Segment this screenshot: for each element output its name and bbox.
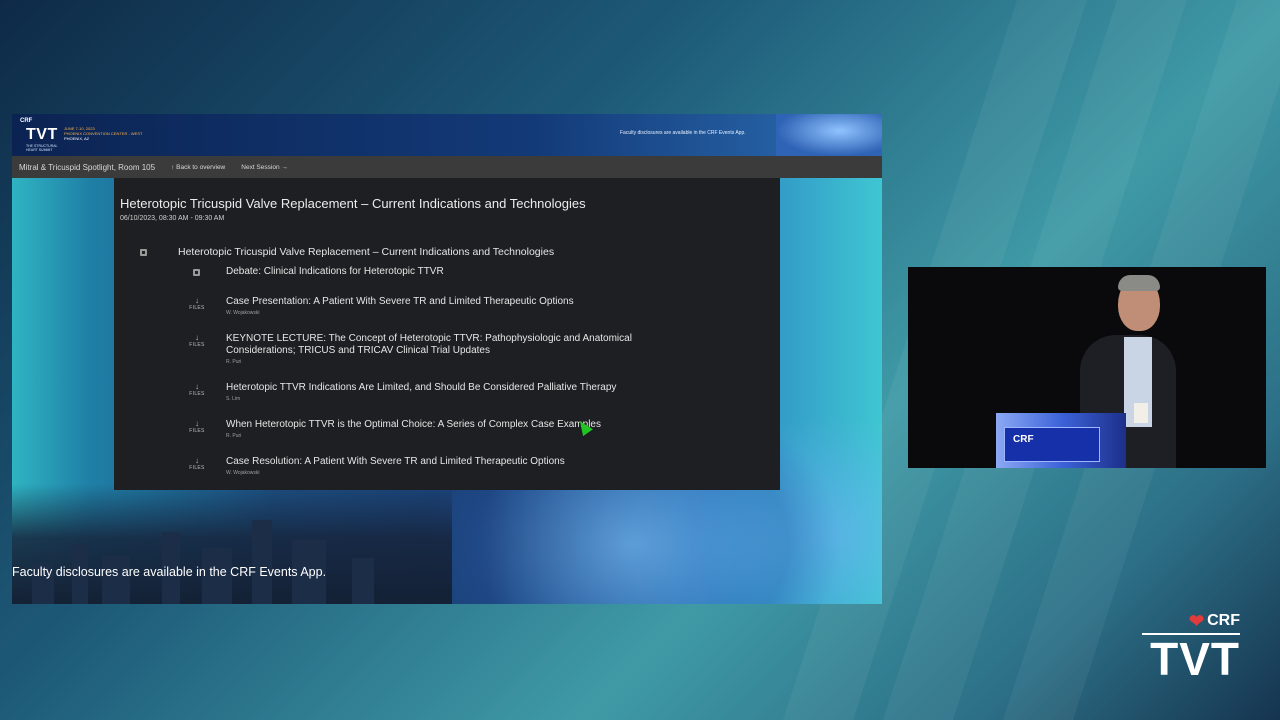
download-arrow-icon: ↓ — [195, 382, 199, 391]
talk-title[interactable]: Heterotopic TTVR Indications Are Limited… — [226, 382, 696, 394]
session-navbar: Mitral & Tricuspid Spotlight, Room 105 ↑… — [12, 156, 882, 178]
debate-title[interactable]: Debate: Clinical Indications for Heterot… — [226, 266, 444, 277]
heart-icon: ❤ — [1189, 611, 1205, 631]
files-download[interactable]: ↓ FILES — [186, 419, 208, 434]
brand-tvt: TVT — [1150, 633, 1240, 685]
speaker-badge — [1134, 403, 1148, 423]
podium-screen: CRF — [1004, 427, 1100, 462]
session-datetime: 06/10/2023, 08:30 AM - 09:30 AM — [120, 215, 225, 222]
event-info: JUNE 7-10, 2023 PHOENIX CONVENTION CENTE… — [64, 126, 174, 141]
talk-title[interactable]: KEYNOTE LECTURE: The Concept of Heteroto… — [226, 333, 696, 357]
download-arrow-icon: ↓ — [195, 333, 199, 342]
session-title: Heterotopic Tricuspid Valve Replacement … — [120, 196, 586, 211]
session-group-title[interactable]: Heterotopic Tricuspid Valve Replacement … — [178, 246, 554, 258]
arrow-right-icon: → — [281, 163, 288, 171]
download-arrow-icon: ↓ — [195, 419, 199, 428]
crf-tvt-brand: ❤ CRF TVT — [1142, 612, 1240, 685]
back-to-overview-link[interactable]: ↑ Back to overview — [171, 164, 225, 171]
talk-author: R. Puri — [226, 433, 242, 439]
talk-title[interactable]: When Heterotopic TTVR is the Optimal Cho… — [226, 419, 696, 431]
speaker-video: CRF — [908, 267, 1266, 468]
header-disclosure: Faculty disclosures are available in the… — [620, 130, 746, 136]
download-arrow-icon: ↓ — [195, 296, 199, 305]
talk-title[interactable]: Case Presentation: A Patient With Severe… — [226, 296, 696, 308]
podium-logo: CRF — [1013, 434, 1034, 445]
talk-author: R. Puri — [226, 359, 242, 365]
speaker-hair — [1118, 275, 1160, 291]
files-download[interactable]: ↓ FILES — [186, 382, 208, 397]
arrow-up-icon: ↑ — [171, 163, 175, 171]
summit-subtitle: THE STRUCTURAL HEART SUMMIT — [26, 144, 58, 152]
next-session-link[interactable]: Next Session → — [241, 164, 288, 171]
presentation-slide: CRF TVT THE STRUCTURAL HEART SUMMIT JUNE… — [12, 114, 882, 604]
talk-title[interactable]: Case Resolution: A Patient With Severe T… — [226, 456, 696, 468]
city-skyline — [12, 484, 452, 604]
talk-author: W. Wojakowski — [226, 470, 260, 476]
crf-logo: CRF — [20, 118, 33, 124]
files-download[interactable]: ↓ FILES — [186, 456, 208, 471]
podium: CRF — [996, 413, 1126, 468]
slide-disclosure-footer: Faculty disclosures are available in the… — [12, 565, 327, 579]
download-arrow-icon: ↓ — [195, 456, 199, 465]
surgeons-photo — [776, 114, 882, 156]
brand-crf-text: CRF — [1207, 612, 1240, 629]
files-download[interactable]: ↓ FILES — [186, 296, 208, 311]
slide-header: CRF TVT THE STRUCTURAL HEART SUMMIT JUNE… — [12, 114, 882, 156]
talk-author: S. Lim — [226, 396, 241, 402]
room-label: Mitral & Tricuspid Spotlight, Room 105 — [19, 162, 156, 172]
files-download[interactable]: ↓ FILES — [186, 333, 208, 348]
session-panel: Heterotopic Tricuspid Valve Replacement … — [114, 178, 780, 490]
collapse-icon[interactable] — [193, 269, 200, 276]
talk-author: W. Wojakowski — [226, 310, 260, 316]
brand-crf: ❤ CRF — [1142, 612, 1240, 630]
event-city: PHOENIX, AZ — [64, 136, 90, 141]
collapse-icon[interactable] — [140, 249, 147, 256]
tvt-logo: TVT — [26, 126, 58, 143]
